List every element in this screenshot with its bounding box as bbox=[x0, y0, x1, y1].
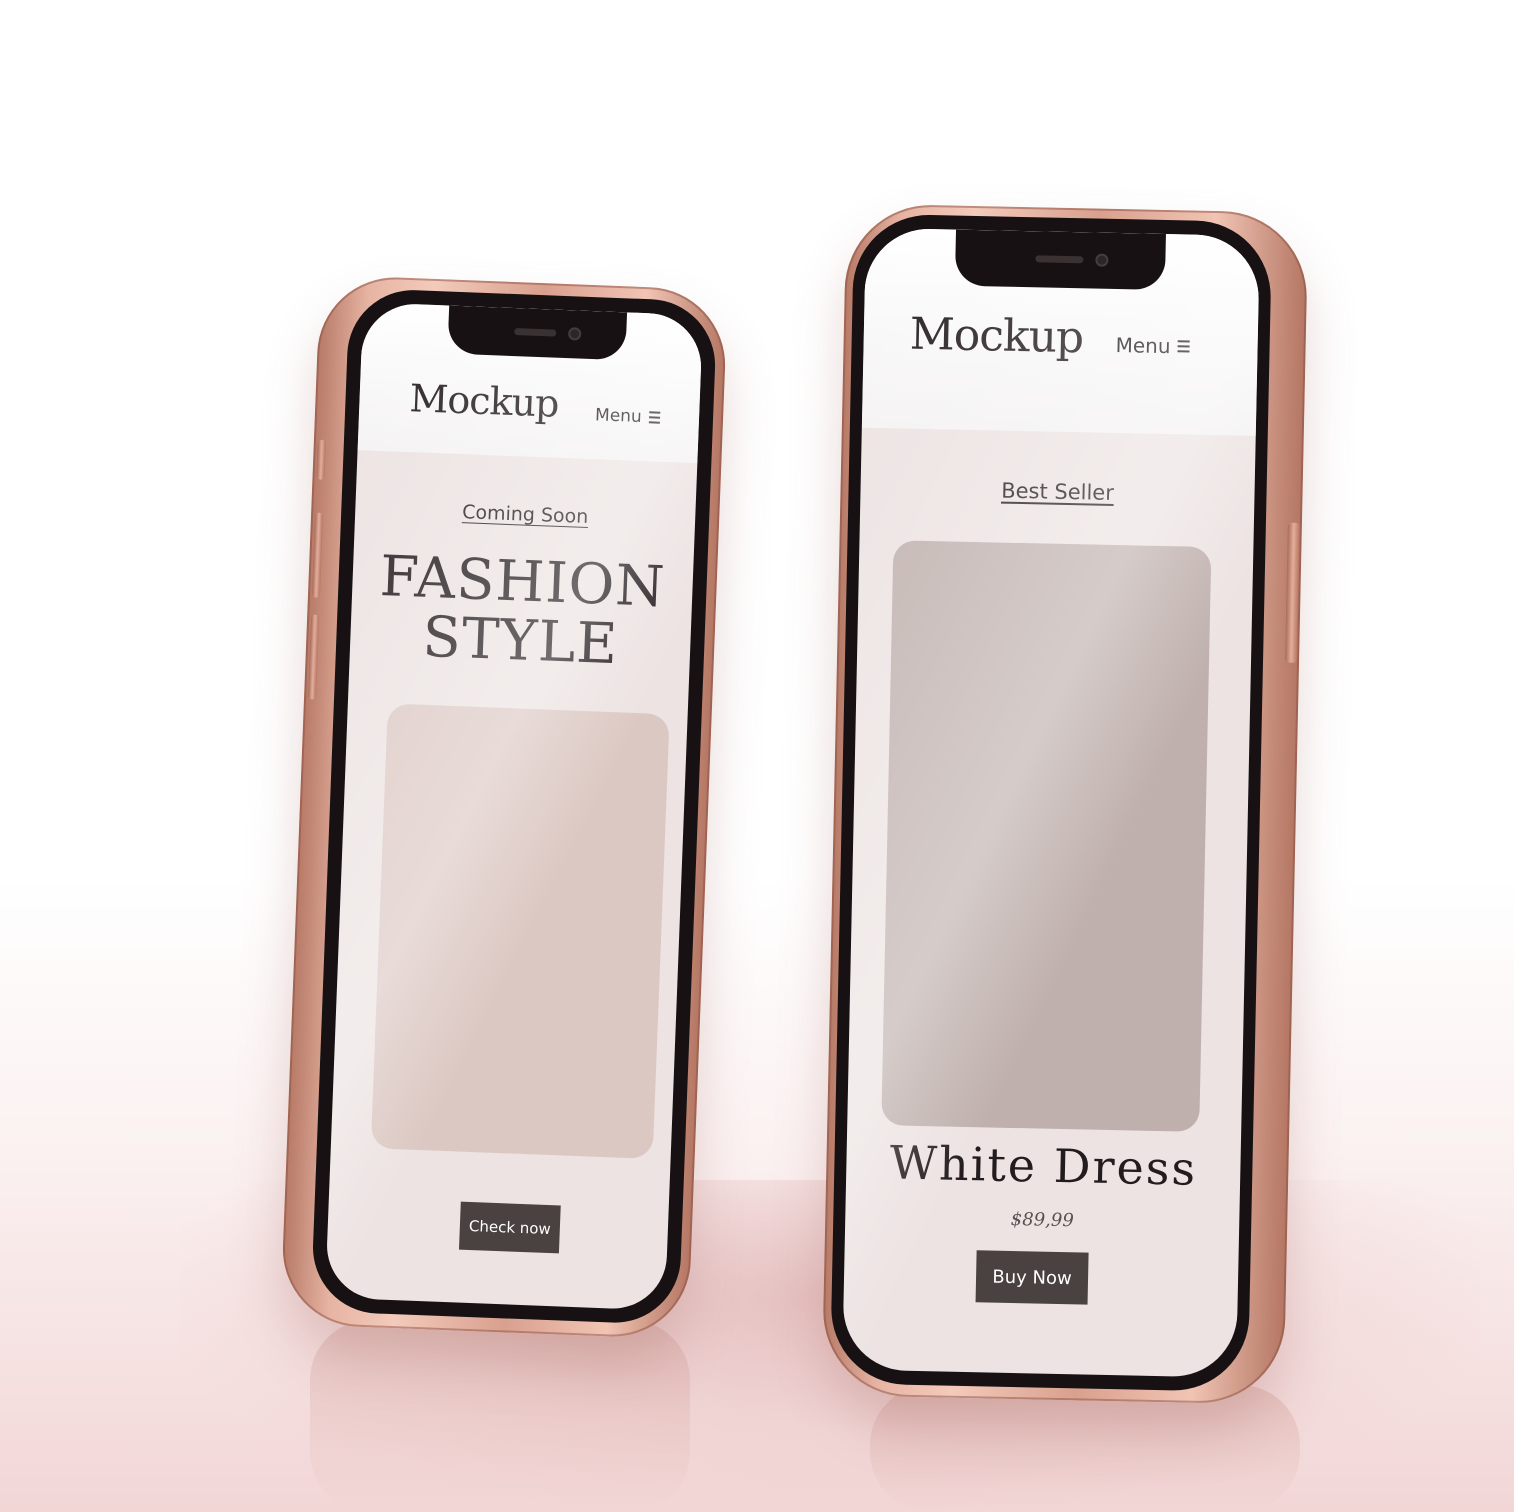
front-camera bbox=[1095, 253, 1109, 267]
product-image-placeholder bbox=[370, 703, 670, 1159]
check-now-button[interactable]: Check now bbox=[458, 1201, 561, 1254]
brand-logo[interactable]: Mockup bbox=[409, 376, 559, 426]
menu-label: Menu bbox=[1115, 332, 1171, 359]
left-phone-volume-up bbox=[311, 512, 324, 598]
headline: FASHION STYLE bbox=[349, 544, 693, 678]
left-phone-screen: Mockup Menu Coming Soon FASHION STYLE Ch… bbox=[325, 302, 704, 1311]
left-phone-reflection bbox=[310, 1320, 690, 1512]
left-phone-mute-switch bbox=[316, 439, 326, 480]
menu-button[interactable]: Menu bbox=[595, 405, 660, 427]
menu-label: Menu bbox=[594, 405, 643, 427]
hamburger-icon bbox=[648, 408, 660, 426]
coming-soon-link[interactable]: Coming Soon bbox=[355, 497, 696, 532]
brand-logo[interactable]: Mockup bbox=[909, 309, 1083, 364]
product-name: White Dress bbox=[889, 1135, 1198, 1196]
front-camera bbox=[567, 327, 582, 341]
right-phone-bezel: Mockup Menu Best Seller White Dress $89,… bbox=[829, 213, 1273, 1392]
product-price: $89,99 bbox=[1010, 1208, 1074, 1232]
right-phone-reflection bbox=[870, 1385, 1300, 1512]
hamburger-icon bbox=[1177, 337, 1190, 355]
right-phone: Mockup Menu Best Seller White Dress $89,… bbox=[821, 203, 1309, 1405]
right-phone-power-button bbox=[1285, 522, 1300, 663]
left-phone-notch bbox=[447, 305, 628, 361]
right-phone-notch bbox=[954, 229, 1166, 290]
mockup-scene: Mockup Menu Coming Soon FASHION STYLE Ch… bbox=[0, 0, 1514, 1512]
left-phone-volume-down bbox=[307, 614, 320, 700]
right-phone-screen: Mockup Menu Best Seller White Dress $89,… bbox=[842, 227, 1260, 1378]
buy-now-button[interactable]: Buy Now bbox=[975, 1250, 1089, 1305]
best-seller-link[interactable]: Best Seller bbox=[860, 476, 1254, 508]
left-phone-bezel: Mockup Menu Coming Soon FASHION STYLE Ch… bbox=[310, 287, 718, 1326]
earpiece-speaker bbox=[514, 328, 557, 337]
menu-button[interactable]: Menu bbox=[1115, 332, 1190, 359]
left-phone: Mockup Menu Coming Soon FASHION STYLE Ch… bbox=[279, 274, 729, 1340]
earpiece-speaker bbox=[1035, 255, 1084, 264]
product-image-placeholder bbox=[881, 540, 1212, 1132]
